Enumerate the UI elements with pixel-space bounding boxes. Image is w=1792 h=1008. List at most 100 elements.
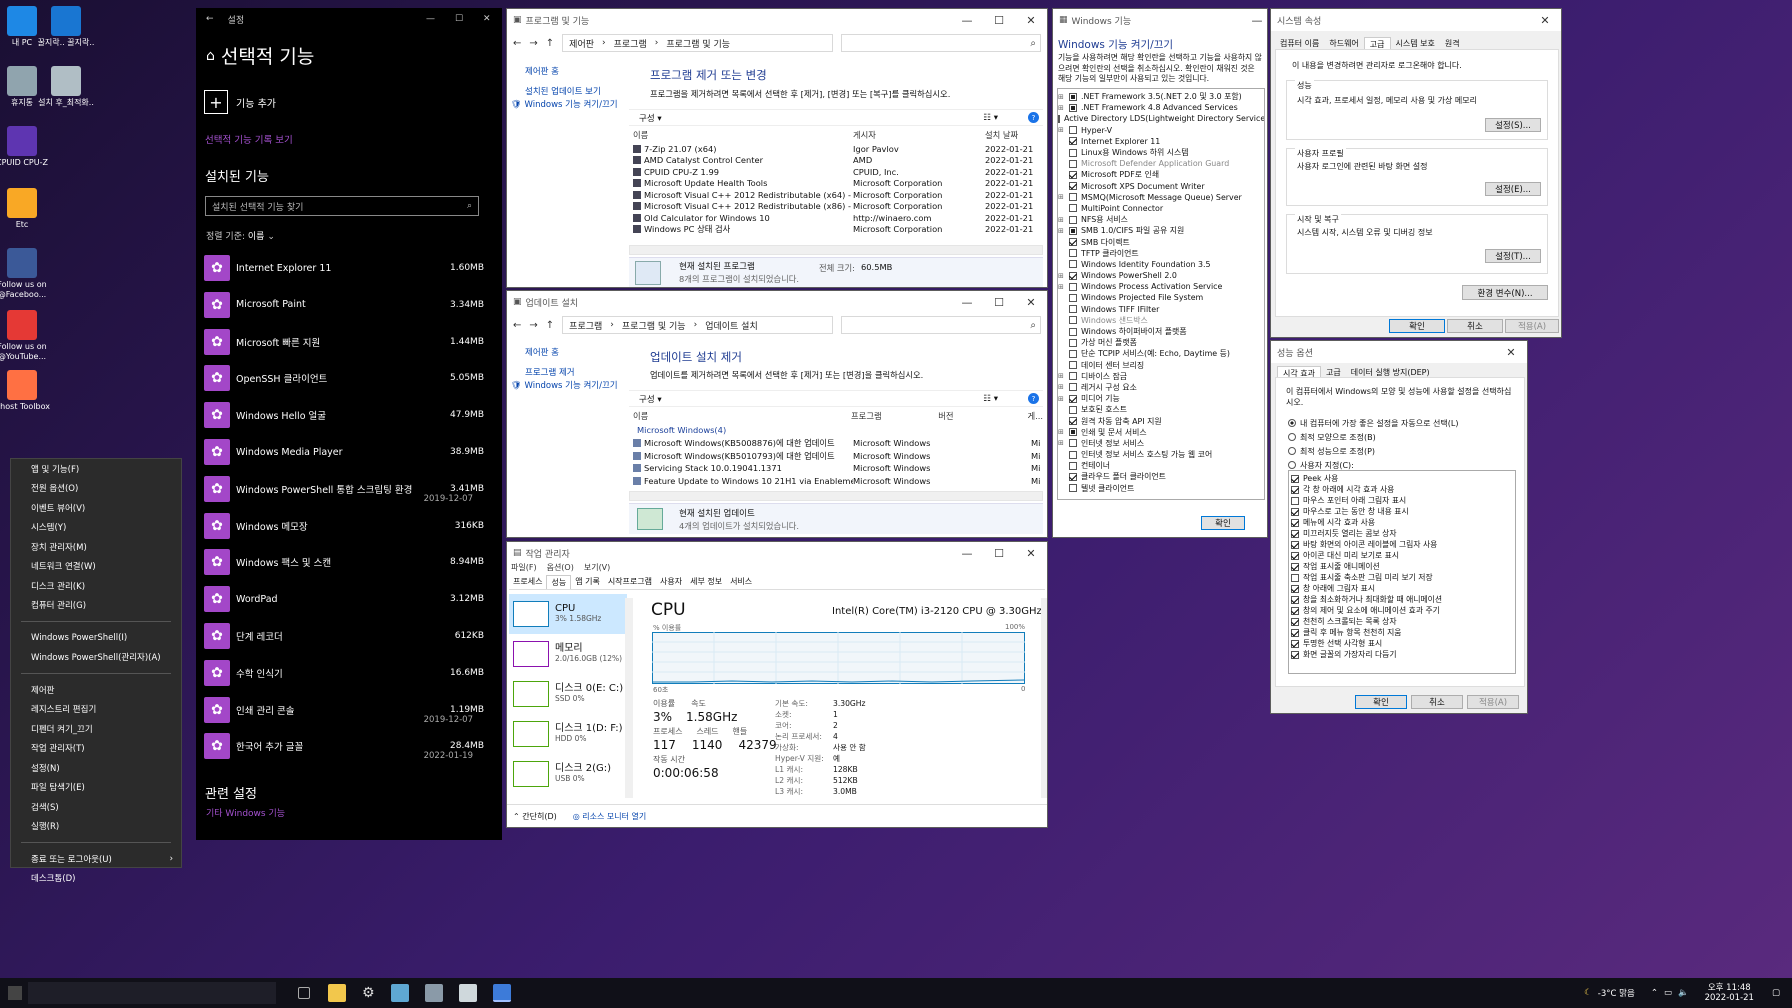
close-icon[interactable]: ✕ [1529,9,1561,31]
checkbox[interactable] [1069,226,1077,235]
table-row[interactable]: Microsoft Windows(KB5010793)에 대한 업데이트 Mic… [633,450,1043,463]
tab[interactable]: 시작프로그램 [604,575,656,589]
network-icon[interactable]: ▭ [1664,988,1672,998]
checkbox-option[interactable]: 작업 표시줄 애니메이션 [1291,561,1513,572]
expand-icon[interactable]: ⊞ [1058,395,1069,403]
maximize-icon[interactable]: ☐ [983,9,1015,31]
checkbox[interactable] [1291,650,1299,659]
checkbox[interactable] [1069,215,1077,224]
feature-tree-item[interactable]: Microsoft XPS Document Writer [1058,181,1264,192]
sidebar-updates[interactable]: 설치된 업데이트 보기 [525,85,601,97]
view-icon[interactable]: ☷ ▾ [983,394,998,404]
checkbox[interactable] [1069,204,1077,213]
sidebar-features[interactable]: 🛡 Windows 기능 켜기/끄기 [511,379,618,391]
sidebar-remove[interactable]: 프로그램 제거 [525,366,575,378]
tab[interactable]: 사용자 [656,575,686,589]
checkbox-option[interactable]: 마우스로 고는 동안 창 내용 표시 [1291,506,1513,517]
feature-tree-item[interactable]: ⊞ Windows Process Activation Service [1058,281,1264,292]
help-icon[interactable]: ? [1028,393,1039,404]
close-icon[interactable]: ✕ [1015,9,1047,31]
checkbox[interactable] [1069,126,1077,135]
winx-menu-item[interactable]: 장치 관리자(M) [11,537,181,557]
checkbox[interactable] [1069,293,1077,302]
checkbox[interactable] [1069,327,1077,336]
feature-item[interactable]: ✿ Windows Media Player 38.9MB [204,434,484,470]
checkbox-option[interactable]: 바탕 화면의 아이콘 레이블에 그림자 사용 [1291,539,1513,550]
cancel-button[interactable]: 취소 [1411,695,1463,709]
menu-file[interactable]: 파일(F) [511,562,537,573]
expand-icon[interactable]: ⊞ [1058,104,1069,112]
up-icon[interactable]: ↑ [546,38,554,49]
checkbox-option[interactable]: 메뉴에 시각 효과 사용 [1291,517,1513,528]
organize-button[interactable]: 구성 ▾ [639,393,662,405]
ok-button[interactable]: 확인 [1355,695,1407,709]
checkbox-option[interactable]: 작업 표시줄 축소판 그림 미리 보기 저장 [1291,572,1513,583]
checkbox[interactable] [1069,349,1077,358]
control-panel-icon[interactable] [390,984,409,1002]
checkbox-option[interactable]: 미끄러지듯 열리는 콤보 상자 [1291,528,1513,539]
winx-menu-item[interactable]: 작업 관리자(T) [11,739,181,759]
update-icon[interactable] [458,984,477,1002]
feature-search-input[interactable]: 설치된 선택적 기능 찾기 ⌕ [205,196,479,216]
checkbox[interactable] [1291,518,1299,527]
checkbox[interactable] [1069,305,1077,314]
checkbox-option[interactable]: 투명한 선택 사각형 표시 [1291,638,1513,649]
home-icon[interactable]: ⌂ [206,48,215,64]
feature-tree-item[interactable]: Microsoft Defender Application Guard [1058,158,1264,169]
start-button[interactable] [8,986,22,1000]
feature-item[interactable]: ✿ 수학 인식기 16.6MB [204,655,484,691]
checkbox-option[interactable]: 창의 제어 및 요소에 애니메이션 효과 주기 [1291,605,1513,616]
feature-tree-item[interactable]: 클라우드 폴더 클라이언트 [1058,471,1264,482]
radio-option[interactable]: 최적 모양으로 조정(B) [1288,430,1458,444]
checkbox[interactable] [1291,584,1299,593]
tab[interactable]: 세부 정보 [686,575,726,589]
up-icon[interactable]: ↑ [546,320,554,331]
apply-button[interactable]: 적용(A) [1467,695,1519,709]
expand-icon[interactable]: ⊞ [1058,283,1069,291]
profile-settings-button[interactable]: 설정(E)... [1485,182,1541,196]
resource-monitor-link[interactable]: ◎ 리소스 모니터 열기 [573,811,647,822]
tab[interactable]: 프로세스 [509,575,546,589]
back-icon[interactable]: ← [206,14,214,24]
desktop-icon[interactable]: Ghost Toolbox [0,370,52,412]
feature-item[interactable]: ✿ OpenSSH 클라이언트 5.05MB [204,360,484,396]
sidebar-home[interactable]: 제어판 홈 [525,346,559,358]
checkbox[interactable] [1069,472,1077,481]
feature-item[interactable]: ✿ Internet Explorer 11 1.60MB [204,250,484,286]
checkbox[interactable] [1069,137,1077,146]
feature-tree-item[interactable]: Microsoft PDF로 인쇄 [1058,169,1264,180]
add-feature-button[interactable]: + 기능 추가 [204,90,276,114]
checkbox[interactable] [1069,316,1077,325]
minimize-icon[interactable]: — [951,291,983,313]
minimize-icon[interactable]: — [426,14,435,24]
checkbox[interactable] [1069,249,1077,258]
winx-menu-item[interactable]: 디스크 관리(K) [11,576,181,596]
feature-tree-item[interactable]: ⊞ .NET Framework 4.8 Advanced Services [1058,102,1264,113]
feature-tree-item[interactable]: 단순 TCPIP 서비스(예: Echo, Daytime 등) [1058,348,1264,359]
expand-icon[interactable]: ⊞ [1058,216,1069,224]
feature-item[interactable]: ✿ Microsoft 빠른 지원 1.44MB [204,324,484,360]
checkbox[interactable] [1291,606,1299,615]
winx-menu-item[interactable]: 검색(S) [11,797,181,817]
checkbox[interactable] [1291,639,1299,648]
table-row[interactable]: 7-Zip 21.07 (x64) Igor Pavlov 2022-01-21 [633,143,1043,155]
checkbox-option[interactable]: 각 창 아래에 시각 효과 사용 [1291,484,1513,495]
feature-tree-item[interactable]: Windows TIFF IFilter [1058,304,1264,315]
checkbox[interactable] [1069,103,1077,112]
perf-side-item[interactable]: 메모리 2.0/16.0GB (12%) [509,634,627,674]
checkbox[interactable] [1069,372,1077,381]
winx-menu-item[interactable]: 시스템(Y) [11,518,181,538]
env-variables-button[interactable]: 환경 변수(N)... [1462,285,1548,300]
performance-settings-button[interactable]: 설정(S)... [1485,118,1541,132]
feature-tree-item[interactable]: ⊞ 인터넷 정보 서비스 [1058,438,1264,449]
clock[interactable]: 오후 11:48 2022-01-21 [1705,983,1754,1003]
table-row[interactable]: Microsoft Visual C++ 2012 Redistributabl… [633,189,1043,201]
cancel-button[interactable]: 취소 [1447,319,1503,333]
winx-menu-item[interactable]: 앱 및 기능(F) [11,459,181,479]
feature-item[interactable]: ✿ Microsoft Paint 3.34MB [204,287,484,323]
feature-tree-item[interactable]: 데이터 센터 브리징 [1058,360,1264,371]
expand-icon[interactable]: ⊞ [1058,428,1069,436]
maximize-icon[interactable]: ☐ [983,291,1015,313]
feature-tree-item[interactable]: ⊞ 디바이스 잠금 [1058,371,1264,382]
checkbox[interactable] [1291,617,1299,626]
